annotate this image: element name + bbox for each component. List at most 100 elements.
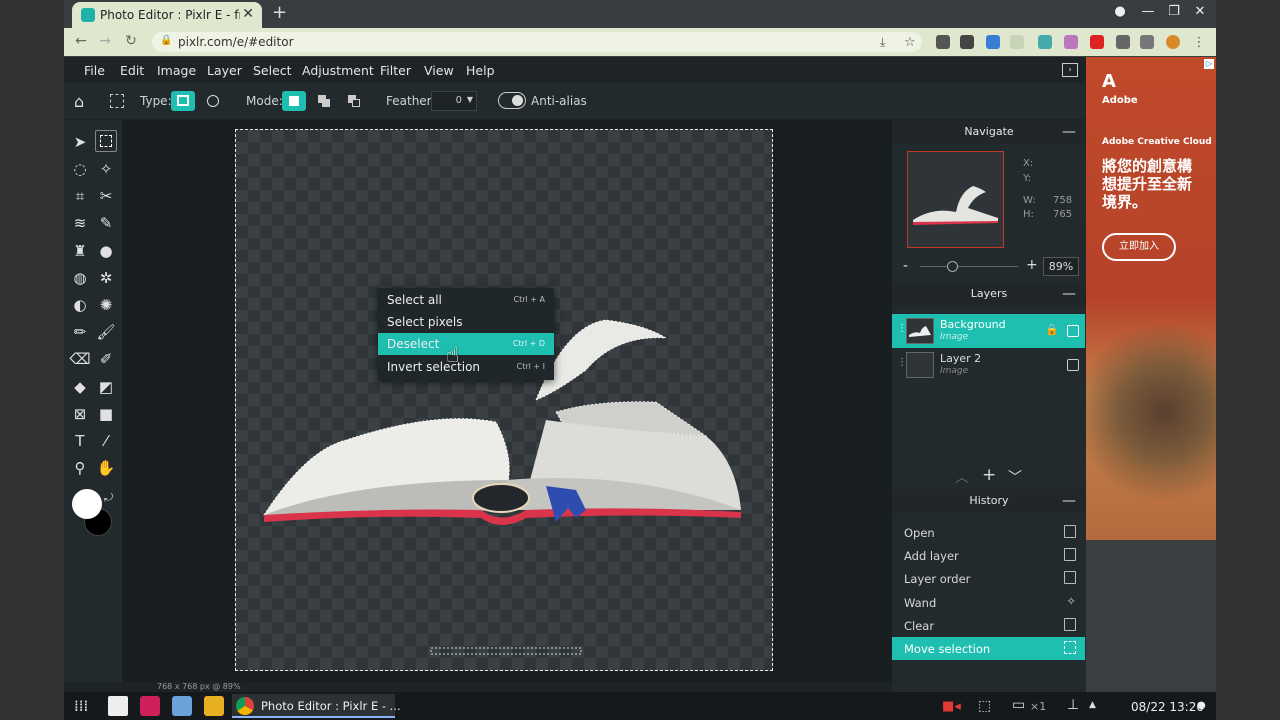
sticker-icon[interactable]: ■ [95, 403, 117, 425]
extension-icon[interactable] [936, 35, 950, 49]
sponge-icon[interactable]: ✲ [95, 267, 117, 289]
minimize-icon[interactable]: — [1138, 4, 1158, 22]
move-layer-up-icon[interactable]: ︿ [955, 467, 969, 487]
navigate-panel-header[interactable]: Navigate — [892, 120, 1086, 144]
history-panel-header[interactable]: History — [892, 489, 1086, 513]
screen-record-icon[interactable]: ■◂ [942, 699, 961, 714]
mode-subtract-button[interactable] [342, 91, 366, 111]
globe-icon[interactable]: ◍ [69, 267, 91, 289]
blur-drop-icon[interactable]: ● [95, 240, 117, 262]
crop-icon[interactable]: ⌗ [69, 185, 91, 207]
menu-adjustment[interactable]: Adjustment [302, 63, 374, 78]
collapse-icon[interactable]: — [1062, 120, 1076, 144]
menu-view[interactable]: View [424, 63, 454, 78]
launcher-icon[interactable]: ⁞⁞⁞ [74, 697, 88, 715]
forward-icon[interactable]: → [96, 33, 114, 51]
menu-image[interactable]: Image [157, 63, 196, 78]
menu-file[interactable]: File [84, 63, 105, 78]
extension-icon[interactable] [986, 35, 1000, 49]
image-canvas[interactable] [235, 129, 773, 671]
move-layer-down-icon[interactable]: ﹀ [1008, 467, 1022, 487]
collapse-icon[interactable]: — [1062, 489, 1076, 513]
profile-icon[interactable]: ● [1110, 4, 1130, 22]
layer-row-layer-2[interactable]: ⋮ Layer 2 Image [892, 348, 1085, 382]
ad-choices-icon[interactable]: ▷ [1204, 59, 1214, 69]
zoom-in-icon[interactable]: + [1026, 257, 1038, 273]
zoom-slider[interactable] [920, 266, 1018, 267]
address-bar[interactable]: 🔒 pixlr.com/e/#editor [152, 32, 922, 52]
gear-icon[interactable]: ✺ [95, 294, 117, 316]
history-item-add-layer[interactable]: Add layer [892, 544, 1085, 567]
avatar[interactable] [1166, 35, 1180, 49]
liquify-icon[interactable]: ≋ [69, 212, 91, 234]
history-item-open[interactable]: Open [892, 521, 1085, 544]
magic-wand-icon[interactable]: ✧ [95, 158, 117, 180]
arrange-tool-icon[interactable]: ➤ [69, 131, 91, 153]
shape-icon[interactable]: ⊠ [69, 403, 91, 425]
lock-icon[interactable]: 🔒 [1045, 323, 1059, 336]
input-method-icon[interactable]: ⊥ [1067, 697, 1079, 713]
navigator-thumbnail[interactable] [907, 151, 1004, 248]
back-icon[interactable]: ← [72, 33, 90, 51]
hand-icon[interactable]: ✋ [95, 457, 117, 479]
notes-app-icon[interactable] [108, 696, 128, 716]
rectangle-type-button[interactable] [171, 91, 195, 111]
gradient-icon[interactable]: ◩ [95, 376, 117, 398]
zoom-out-icon[interactable]: - [903, 258, 908, 274]
chevron-up-icon[interactable]: ▲ [1089, 700, 1096, 710]
pencil-icon[interactable]: ✏ [69, 321, 91, 343]
lasso-icon[interactable]: ◌ [69, 158, 91, 180]
files-app-icon[interactable] [172, 696, 192, 716]
add-layer-icon[interactable]: + [982, 465, 996, 485]
browser-menu-icon[interactable]: ⋮ [1192, 35, 1206, 50]
ad-cta-button[interactable]: 立即加入 [1102, 233, 1176, 261]
marquee-select-icon[interactable] [95, 130, 117, 152]
color-replace-icon[interactable]: ✐ [95, 348, 117, 370]
maximize-icon[interactable]: ❐ [1164, 4, 1184, 22]
zoom-icon[interactable]: ⚲ [69, 457, 91, 479]
history-item-wand[interactable]: Wand ✧ [892, 591, 1085, 614]
close-window-icon[interactable]: ✕ [1190, 4, 1210, 22]
cutout-icon[interactable]: ✂ [95, 185, 117, 207]
app-icon[interactable] [140, 696, 160, 716]
layers-panel-header[interactable]: Layers — [892, 282, 1086, 306]
clock[interactable]: 08/22 13:20 [1131, 700, 1204, 714]
swap-colors-icon[interactable]: ⤾ [104, 491, 113, 505]
history-item-clear[interactable]: Clear [892, 614, 1085, 637]
screen-capture-icon[interactable]: ⬚ [978, 698, 991, 714]
ellipse-type-button[interactable] [201, 91, 225, 111]
zoom-value[interactable]: 89% [1043, 257, 1079, 276]
menu-select[interactable]: Select [253, 63, 292, 78]
mode-add-button[interactable] [312, 91, 336, 111]
extension-icon[interactable] [1038, 35, 1052, 49]
menu-item-deselect[interactable]: Deselect Ctrl + D [378, 333, 554, 355]
bookmark-star-icon[interactable]: ☆ [904, 35, 918, 50]
eraser-icon[interactable]: ⌫ [69, 348, 91, 370]
menu-filter[interactable]: Filter [380, 63, 411, 78]
folder-app-icon[interactable] [204, 696, 224, 716]
advertisement[interactable]: A Adobe Adobe Creative Cloud 將您的創意構想提升至全… [1086, 57, 1216, 540]
history-item-layer-order[interactable]: Layer order [892, 567, 1085, 590]
menu-edit[interactable]: Edit [120, 63, 144, 78]
clone-stamp-icon[interactable]: ♜ [69, 240, 91, 262]
menu-help[interactable]: Help [466, 63, 495, 78]
extensions-puzzle-icon[interactable] [1116, 35, 1130, 49]
home-icon[interactable]: ⌂ [74, 92, 84, 111]
visibility-checkbox[interactable] [1067, 359, 1079, 371]
extension-icon[interactable] [1010, 35, 1024, 49]
expand-panel-icon[interactable]: › [1062, 63, 1078, 77]
brush-icon[interactable]: 🖌 [95, 321, 117, 343]
foreground-color-swatch[interactable] [72, 489, 102, 519]
menu-layer[interactable]: Layer [207, 63, 242, 78]
feather-input[interactable]: 0 ▼ [431, 91, 477, 111]
new-tab-icon[interactable]: + [272, 4, 290, 22]
menu-item-invert-selection[interactable]: Invert selection Ctrl + I [378, 356, 554, 378]
browser-tab[interactable]: Photo Editor : Pixlr E - free ✕ [72, 2, 262, 28]
menu-item-select-all[interactable]: Select all Ctrl + A [378, 289, 554, 311]
extension-icon[interactable] [1140, 35, 1154, 49]
mode-new-button[interactable] [282, 91, 306, 111]
history-item-move-selection[interactable]: Move selection [892, 637, 1085, 660]
reload-icon[interactable]: ↻ [122, 33, 140, 51]
layer-row-background[interactable]: ⋮ Background Image 🔒 [892, 314, 1085, 348]
visibility-checkbox[interactable] [1067, 325, 1079, 337]
